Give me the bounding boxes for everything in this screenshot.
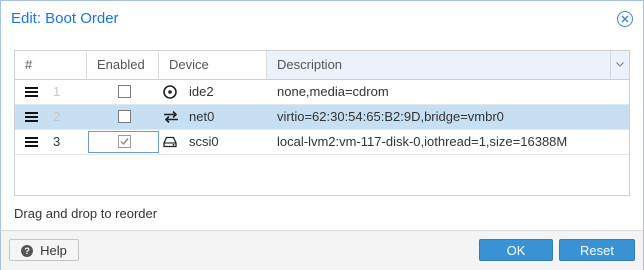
help-button[interactable]: ? Help	[9, 239, 79, 261]
help-icon: ?	[21, 244, 34, 257]
device-name: net0	[189, 109, 215, 124]
enabled-checkbox[interactable]	[118, 135, 131, 148]
column-header-description-label: Description	[277, 57, 343, 72]
reset-button[interactable]: Reset	[559, 239, 635, 261]
network-icon	[163, 110, 179, 124]
cdrom-icon	[163, 85, 179, 99]
table-row[interactable]: 3 scsi0 local-lvm2:vm-117-disk-0,iothread=…	[15, 130, 629, 155]
drag-handle-icon	[25, 87, 38, 97]
table-row[interactable]: 2 net0 virtio=62:30:54:65:B2:9D,bridge=vmb…	[15, 105, 629, 130]
device-description: virtio=62:30:54:65:B2:9D,bridge=vmbr0	[277, 109, 504, 124]
enabled-checkbox[interactable]	[118, 85, 131, 98]
device-name: ide2	[189, 84, 214, 99]
row-number: 3	[53, 134, 61, 149]
close-icon	[621, 15, 629, 23]
device-name: scsi0	[189, 134, 219, 149]
drag-handle[interactable]	[25, 130, 41, 154]
chevron-down-icon	[616, 62, 624, 67]
dialog-title: Edit: Boot Order	[11, 10, 119, 27]
boot-order-grid: # Enabled Device Description 1 ide2 none,m…	[14, 50, 630, 196]
close-button[interactable]	[617, 11, 633, 27]
column-header-description[interactable]: Description	[267, 51, 629, 79]
harddisk-icon	[163, 135, 179, 149]
enabled-checkbox[interactable]	[118, 110, 131, 123]
drag-handle[interactable]	[25, 80, 41, 104]
drag-handle[interactable]	[25, 105, 41, 129]
column-header-number[interactable]: #	[15, 51, 87, 79]
column-header-enabled[interactable]: Enabled	[87, 51, 159, 79]
drag-handle-icon	[25, 137, 38, 147]
ok-button[interactable]: OK	[479, 239, 553, 261]
dialog-footer: ? Help OK Reset	[1, 230, 643, 270]
device-description: local-lvm2:vm-117-disk-0,iothread=1,size…	[277, 134, 568, 149]
drag-hint: Drag and drop to reorder	[14, 206, 158, 221]
column-header-device[interactable]: Device	[159, 51, 267, 79]
column-menu-trigger[interactable]	[610, 51, 629, 79]
row-number: 2	[53, 109, 61, 124]
row-number: 1	[53, 84, 61, 99]
grid-header: # Enabled Device Description	[15, 51, 629, 80]
device-description: none,media=cdrom	[277, 84, 389, 99]
drag-handle-icon	[25, 112, 38, 122]
boot-order-dialog: Edit: Boot Order # Enabled Device Descri…	[0, 0, 644, 270]
checkmark-icon	[120, 138, 129, 146]
table-row[interactable]: 1 ide2 none,media=cdrom	[15, 80, 629, 105]
help-button-label: Help	[40, 243, 67, 258]
dialog-titlebar: Edit: Boot Order	[1, 1, 643, 37]
